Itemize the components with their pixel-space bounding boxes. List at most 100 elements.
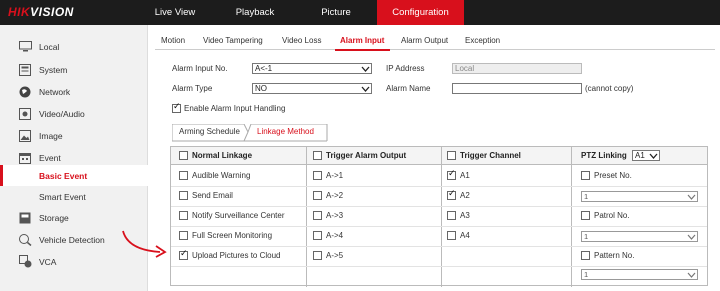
preset-no-select[interactable]: 1 xyxy=(581,191,698,202)
event-tabs: Motion Video Tampering Video Loss Alarm … xyxy=(155,32,715,51)
audible-warning-checkbox[interactable] xyxy=(179,171,188,180)
alarm-output-a5-checkbox[interactable] xyxy=(313,251,322,260)
subtab-arming-schedule[interactable]: Arming Schedule xyxy=(174,124,245,140)
alarm-type-value: NO xyxy=(255,84,267,93)
channel-a3-checkbox[interactable] xyxy=(447,211,456,220)
ip-address-label: IP Address xyxy=(386,64,425,73)
send-email-checkbox[interactable] xyxy=(179,191,188,200)
row-divider xyxy=(171,186,707,187)
upload-pictures-to-cloud-checkbox[interactable] xyxy=(179,249,188,260)
channel-label: A4 xyxy=(460,231,470,240)
sidebar-item-local[interactable]: Local xyxy=(0,36,148,57)
sidebar-item-label: Local xyxy=(39,41,60,52)
alarm-output-label: A->5 xyxy=(326,251,344,260)
alarm-input-no-label: Alarm Input No. xyxy=(172,64,228,73)
alarm-output-a3-checkbox[interactable] xyxy=(313,211,322,220)
notify-surveillance-center-checkbox[interactable] xyxy=(179,211,188,220)
ptz-camera-select[interactable]: A1 xyxy=(632,150,660,161)
globe-icon xyxy=(18,86,32,98)
row-divider xyxy=(171,226,707,227)
vca-icon xyxy=(18,255,32,268)
sidebar-item-label: Event xyxy=(39,152,61,163)
tab-video-loss[interactable]: Video Loss xyxy=(282,36,321,45)
nav-playback[interactable]: Playback xyxy=(215,0,295,25)
alarm-output-label: A->2 xyxy=(326,191,344,200)
monitor-icon xyxy=(18,41,32,53)
normal-linkage-select-all-checkbox[interactable] xyxy=(179,151,188,160)
tab-exception[interactable]: Exception xyxy=(465,36,500,45)
tab-video-tampering[interactable]: Video Tampering xyxy=(203,36,263,45)
alarm-output-a2-checkbox[interactable] xyxy=(313,191,322,200)
trigger-channel-select-all-checkbox[interactable] xyxy=(447,151,456,160)
enable-alarm-input-label: Enable Alarm Input Handling xyxy=(184,104,286,113)
nav-picture[interactable]: Picture xyxy=(295,0,377,25)
tab-motion[interactable]: Motion xyxy=(161,36,185,45)
calendar-icon xyxy=(18,152,32,164)
alarm-output-label: A->1 xyxy=(326,171,344,180)
alarm-type-select[interactable]: NO xyxy=(252,83,372,94)
patrol-no-checkbox[interactable] xyxy=(581,211,590,220)
channel-a1-checkbox[interactable] xyxy=(447,169,456,180)
patrol-no-select[interactable]: 1 xyxy=(581,231,698,242)
sidebar-item-label: System xyxy=(39,64,68,75)
sidebar-item-label: Video/Audio xyxy=(39,108,85,119)
channel-label: A1 xyxy=(460,171,470,180)
ip-address-field: Local xyxy=(452,63,582,74)
sidebar-item-label: Basic Event xyxy=(39,170,88,181)
sidebar-item-network[interactable]: Network xyxy=(0,81,148,102)
pattern-no-select[interactable]: 1 xyxy=(581,269,698,280)
channel-a4-checkbox[interactable] xyxy=(447,231,456,240)
chevron-down-icon xyxy=(361,66,370,72)
tab-alarm-output[interactable]: Alarm Output xyxy=(401,36,448,45)
nav-configuration[interactable]: Configuration xyxy=(377,0,464,25)
alarm-output-a4-checkbox[interactable] xyxy=(313,231,322,240)
preset-no-checkbox[interactable] xyxy=(581,171,590,180)
alarm-output-a1-checkbox[interactable] xyxy=(313,171,322,180)
full-screen-monitoring-checkbox[interactable] xyxy=(179,231,188,240)
tab-alarm-input[interactable]: Alarm Input xyxy=(340,36,384,45)
channel-label: A3 xyxy=(460,211,470,220)
sidebar-item-image[interactable]: Image xyxy=(0,125,148,146)
sidebar-item-label: Network xyxy=(39,86,71,97)
preset-no-value: 1 xyxy=(584,192,589,201)
nav-live-view[interactable]: Live View xyxy=(135,0,215,25)
ptz-linking-header: PTZ Linking xyxy=(581,151,627,160)
system-icon xyxy=(18,63,32,76)
image-icon xyxy=(18,129,32,142)
storage-icon xyxy=(18,212,32,224)
row-divider xyxy=(171,266,707,267)
trigger-alarm-output-select-all-checkbox[interactable] xyxy=(313,151,322,160)
sidebar-item-storage[interactable]: Storage xyxy=(0,207,148,228)
sidebar-item-basic-event[interactable]: Basic Event xyxy=(0,165,148,186)
full-screen-monitoring-label: Full Screen Monitoring xyxy=(192,231,273,240)
sidebar-item-label: Smart Event xyxy=(39,191,86,202)
chevron-down-icon xyxy=(687,272,696,278)
video-audio-icon xyxy=(18,107,32,120)
patrol-no-label: Patrol No. xyxy=(594,211,630,220)
alarm-name-field[interactable] xyxy=(452,83,582,94)
pattern-no-checkbox[interactable] xyxy=(581,251,590,260)
top-navigation-bar: HIKVISION Live View Playback Picture Con… xyxy=(0,0,720,25)
notify-surveillance-center-label: Notify Surveillance Center xyxy=(192,211,285,220)
chevron-down-icon xyxy=(361,86,370,92)
alarm-type-label: Alarm Type xyxy=(172,84,213,93)
subtab-linkage-method[interactable]: Linkage Method xyxy=(252,124,319,140)
sidebar-item-label: Image xyxy=(39,130,63,141)
row-divider xyxy=(171,246,707,247)
sidebar-item-system[interactable]: System xyxy=(0,59,148,80)
audible-warning-label: Audible Warning xyxy=(192,171,251,180)
upload-pictures-to-cloud-label: Upload Pictures to Cloud xyxy=(192,251,281,260)
enable-alarm-input-checkbox[interactable] xyxy=(172,102,181,113)
normal-linkage-header: Normal Linkage xyxy=(192,151,253,160)
channel-a2-checkbox[interactable] xyxy=(447,189,456,200)
cannot-copy-note: (cannot copy) xyxy=(585,84,634,93)
alarm-input-no-select[interactable]: A<-1 xyxy=(252,63,372,74)
chevron-down-icon xyxy=(649,153,658,159)
active-tab-indicator xyxy=(335,49,390,51)
sidebar-item-smart-event[interactable]: Smart Event xyxy=(0,186,148,207)
sidebar-item-video-audio[interactable]: Video/Audio xyxy=(0,103,148,124)
trigger-alarm-output-header: Trigger Alarm Output xyxy=(326,151,407,160)
alarm-input-no-value: A<-1 xyxy=(255,64,273,73)
linkage-subtabs: Arming Schedule Linkage Method xyxy=(172,124,328,142)
sidebar-item-label: Storage xyxy=(39,212,69,223)
